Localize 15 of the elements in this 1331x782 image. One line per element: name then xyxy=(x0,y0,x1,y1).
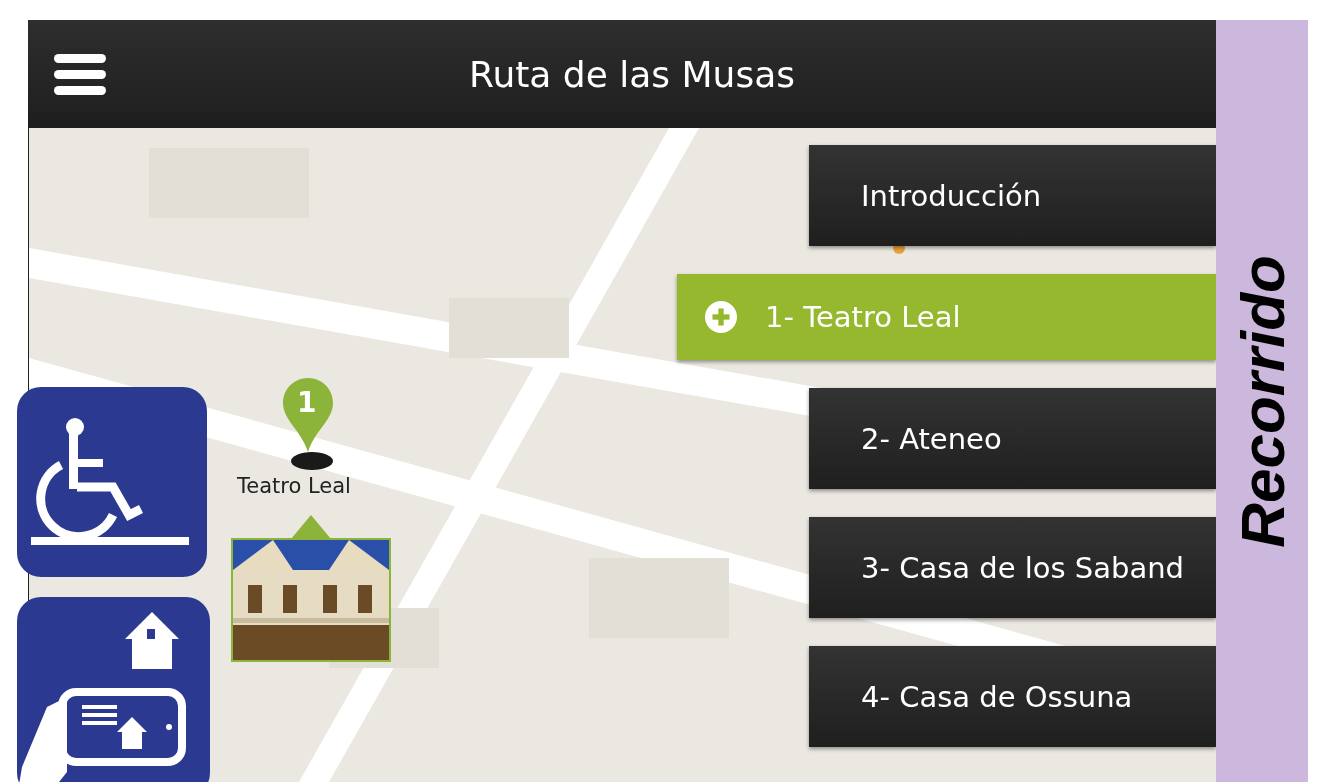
side-panel[interactable]: Recorrido xyxy=(1216,20,1308,782)
plus-icon xyxy=(705,301,737,333)
menu-icon[interactable] xyxy=(54,53,106,95)
pin-base-icon xyxy=(291,452,333,470)
app-title: Ruta de las Musas xyxy=(468,53,796,95)
hand-phone-icon[interactable] xyxy=(17,597,210,782)
wheelchair-icon[interactable] xyxy=(17,387,207,577)
side-panel-label: Recorrido xyxy=(1226,254,1298,548)
pointer-icon xyxy=(291,515,331,539)
menu-item[interactable]: Introducción xyxy=(809,145,1216,246)
menu-item[interactable]: 3- Casa de los Saband xyxy=(809,517,1216,618)
pin-number: 1 xyxy=(297,386,317,419)
menu-item[interactable]: 2- Ateneo xyxy=(809,388,1216,489)
marker-label: Teatro Leal xyxy=(237,474,351,498)
menu-item[interactable]: 4- Casa de Ossuna xyxy=(809,646,1216,747)
